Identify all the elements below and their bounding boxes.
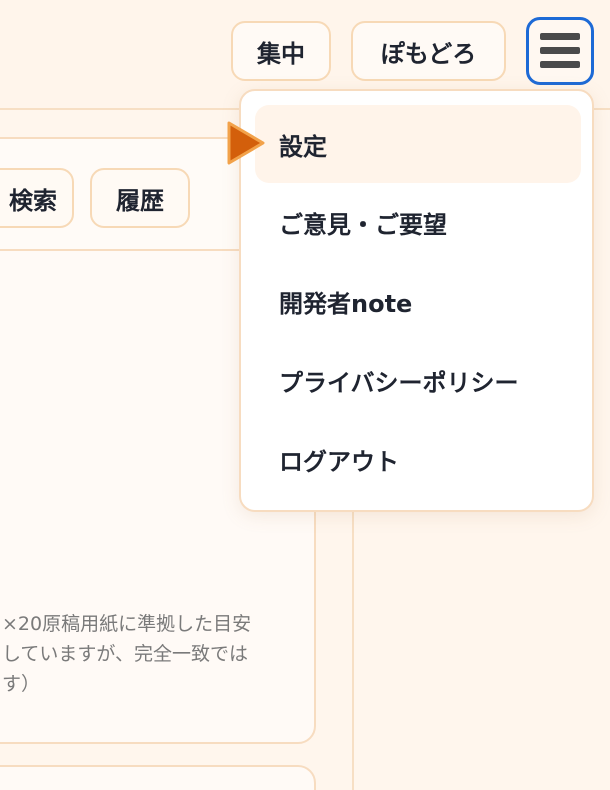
main-menu-dropdown: 設定 ご意見・ご要望 開発者note プライバシーポリシー ログアウト: [239, 89, 594, 512]
secondary-panel: [0, 765, 316, 790]
note-line-3: す）: [2, 673, 41, 695]
selection-pointer-icon: [227, 121, 265, 165]
hamburger-menu-button[interactable]: [526, 17, 594, 85]
menu-item-logout[interactable]: ログアウト: [255, 420, 581, 498]
menu-item-feedback[interactable]: ご意見・ご要望: [255, 183, 581, 261]
search-button[interactable]: 検索: [0, 168, 74, 228]
focus-mode-button[interactable]: 集中: [231, 21, 331, 81]
menu-item-developer-note[interactable]: 開発者note: [255, 262, 581, 340]
character-count-note: ×20原稿用紙に準拠した目安 していますが、完全一致では す）: [2, 609, 314, 699]
note-line-2: していますが、完全一致では: [2, 643, 249, 665]
pomodoro-button[interactable]: ぽもどろ: [351, 21, 506, 81]
hamburger-menu-icon: [540, 33, 580, 69]
history-button[interactable]: 履歴: [90, 168, 190, 228]
menu-item-privacy-policy[interactable]: プライバシーポリシー: [255, 341, 581, 419]
menu-item-settings[interactable]: 設定: [255, 105, 581, 183]
note-line-1: ×20原稿用紙に準拠した目安: [2, 613, 252, 635]
